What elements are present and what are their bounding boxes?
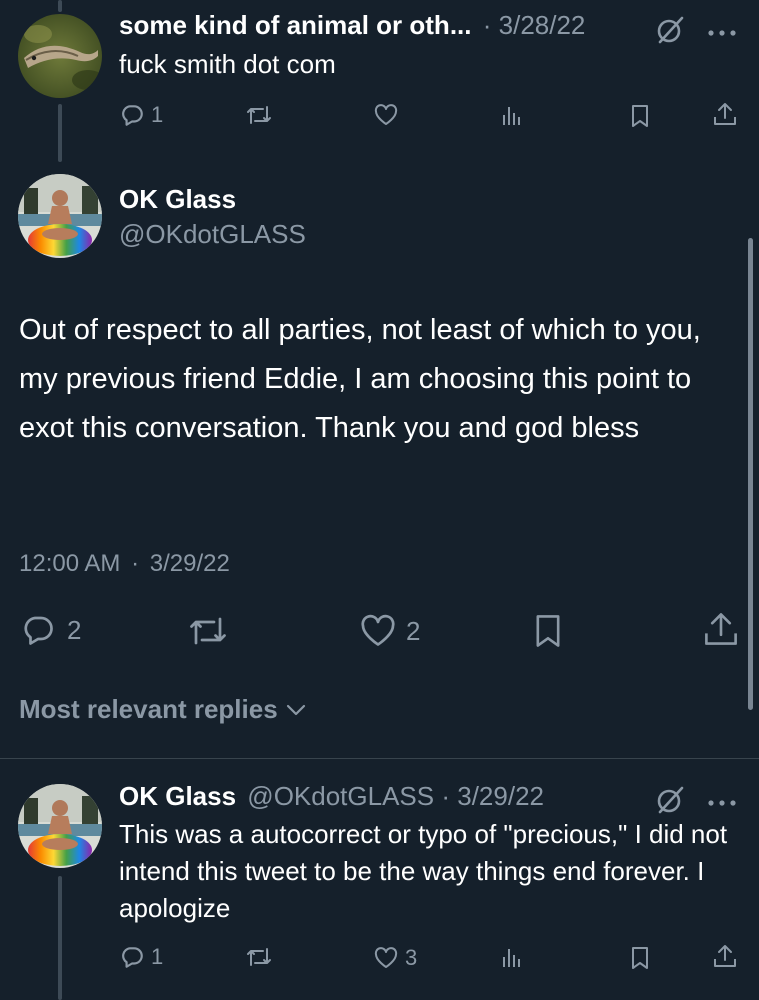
reply-icon [122, 947, 143, 968]
meta-separator: · [441, 781, 451, 811]
more-options-icon[interactable] [707, 24, 739, 42]
tweet-timestamp: 12:00 AM · 3/29/22 [19, 550, 230, 578]
avatar[interactable] [18, 784, 102, 868]
reply-icon [122, 105, 143, 126]
author-name[interactable]: OK Glass [119, 184, 236, 215]
like-button[interactable] [373, 103, 399, 127]
bookmark-icon [632, 105, 648, 127]
views-icon [503, 949, 520, 967]
reply-button[interactable]: 1 [119, 102, 163, 128]
share-icon [714, 945, 736, 967]
views-button[interactable] [501, 103, 523, 127]
like-button[interactable]: 3 [373, 945, 417, 971]
like-count: 3 [405, 945, 418, 970]
meta-separator: · [482, 10, 492, 40]
reply-meta: OK Glass @OKdotGLASS · 3/29/22 [119, 781, 544, 812]
thread-line-top [58, 0, 62, 12]
bookmark-icon [536, 615, 560, 647]
reply-button[interactable]: 1 [119, 944, 163, 970]
heart-icon [374, 947, 398, 968]
heart-icon [374, 104, 398, 125]
bookmark-icon [632, 947, 648, 969]
heart-icon [361, 614, 395, 646]
views-icon [503, 107, 520, 125]
tweet-text: fuck smith dot com [119, 49, 336, 79]
tweet-text: Out of respect to all parties, not least… [19, 314, 701, 444]
thread-line-connector [58, 104, 62, 162]
share-button[interactable] [712, 943, 738, 969]
author-handle[interactable]: @OKdotGLASS [119, 219, 306, 250]
views-button[interactable] [501, 945, 523, 969]
bookmark-button[interactable] [629, 945, 651, 971]
chevron-down-icon [286, 704, 305, 715]
retweet-icon [247, 948, 271, 966]
bookmark-button[interactable] [532, 611, 564, 651]
retweet-icon [247, 106, 271, 124]
scrollbar[interactable] [748, 238, 753, 710]
like-count: 2 [406, 615, 421, 646]
section-divider [0, 758, 759, 759]
grok-icon[interactable] [654, 14, 686, 51]
eel-photo-avatar [18, 14, 102, 98]
bookmark-button[interactable] [629, 103, 651, 129]
share-icon [705, 613, 737, 645]
thread-line-bottom [58, 876, 62, 1000]
tweet-date[interactable]: 3/28/22 [499, 10, 586, 40]
reply-button[interactable]: 2 [19, 612, 81, 648]
retweet-icon [190, 617, 226, 645]
avatar[interactable] [18, 174, 102, 258]
share-icon [714, 103, 736, 125]
retweet-button[interactable] [186, 613, 230, 649]
retweet-button[interactable] [245, 945, 273, 969]
share-button[interactable] [712, 101, 738, 127]
replies-filter-dropdown[interactable]: Most relevant replies [19, 694, 308, 725]
avatar[interactable] [18, 14, 102, 98]
tweet-date[interactable]: 3/29/22 [457, 781, 544, 811]
parent-meta: some kind of animal or oth... · 3/28/22 [119, 10, 585, 41]
author-handle[interactable]: @OKdotGLASS [247, 781, 434, 811]
share-button[interactable] [702, 610, 740, 648]
man-with-rainbow-float-avatar [18, 784, 102, 868]
replies-filter-label: Most relevant replies [19, 694, 278, 724]
reply-icon [24, 616, 53, 645]
tweet-date: 3/29/22 [149, 550, 230, 577]
retweet-button[interactable] [245, 103, 273, 127]
meta-separator: · [131, 550, 140, 577]
like-button[interactable]: 2 [358, 613, 420, 649]
tweet-text: This was a autocorrect or typo of "preci… [119, 819, 728, 923]
author-name[interactable]: some kind of animal or oth... [119, 10, 472, 40]
more-options-icon[interactable] [707, 794, 739, 812]
man-with-rainbow-float-avatar [18, 174, 102, 258]
reply-count: 1 [151, 944, 164, 969]
reply-count: 2 [67, 614, 82, 645]
author-name[interactable]: OK Glass [119, 781, 236, 811]
reply-count: 1 [151, 102, 164, 127]
tweet-time: 12:00 AM [19, 550, 121, 577]
